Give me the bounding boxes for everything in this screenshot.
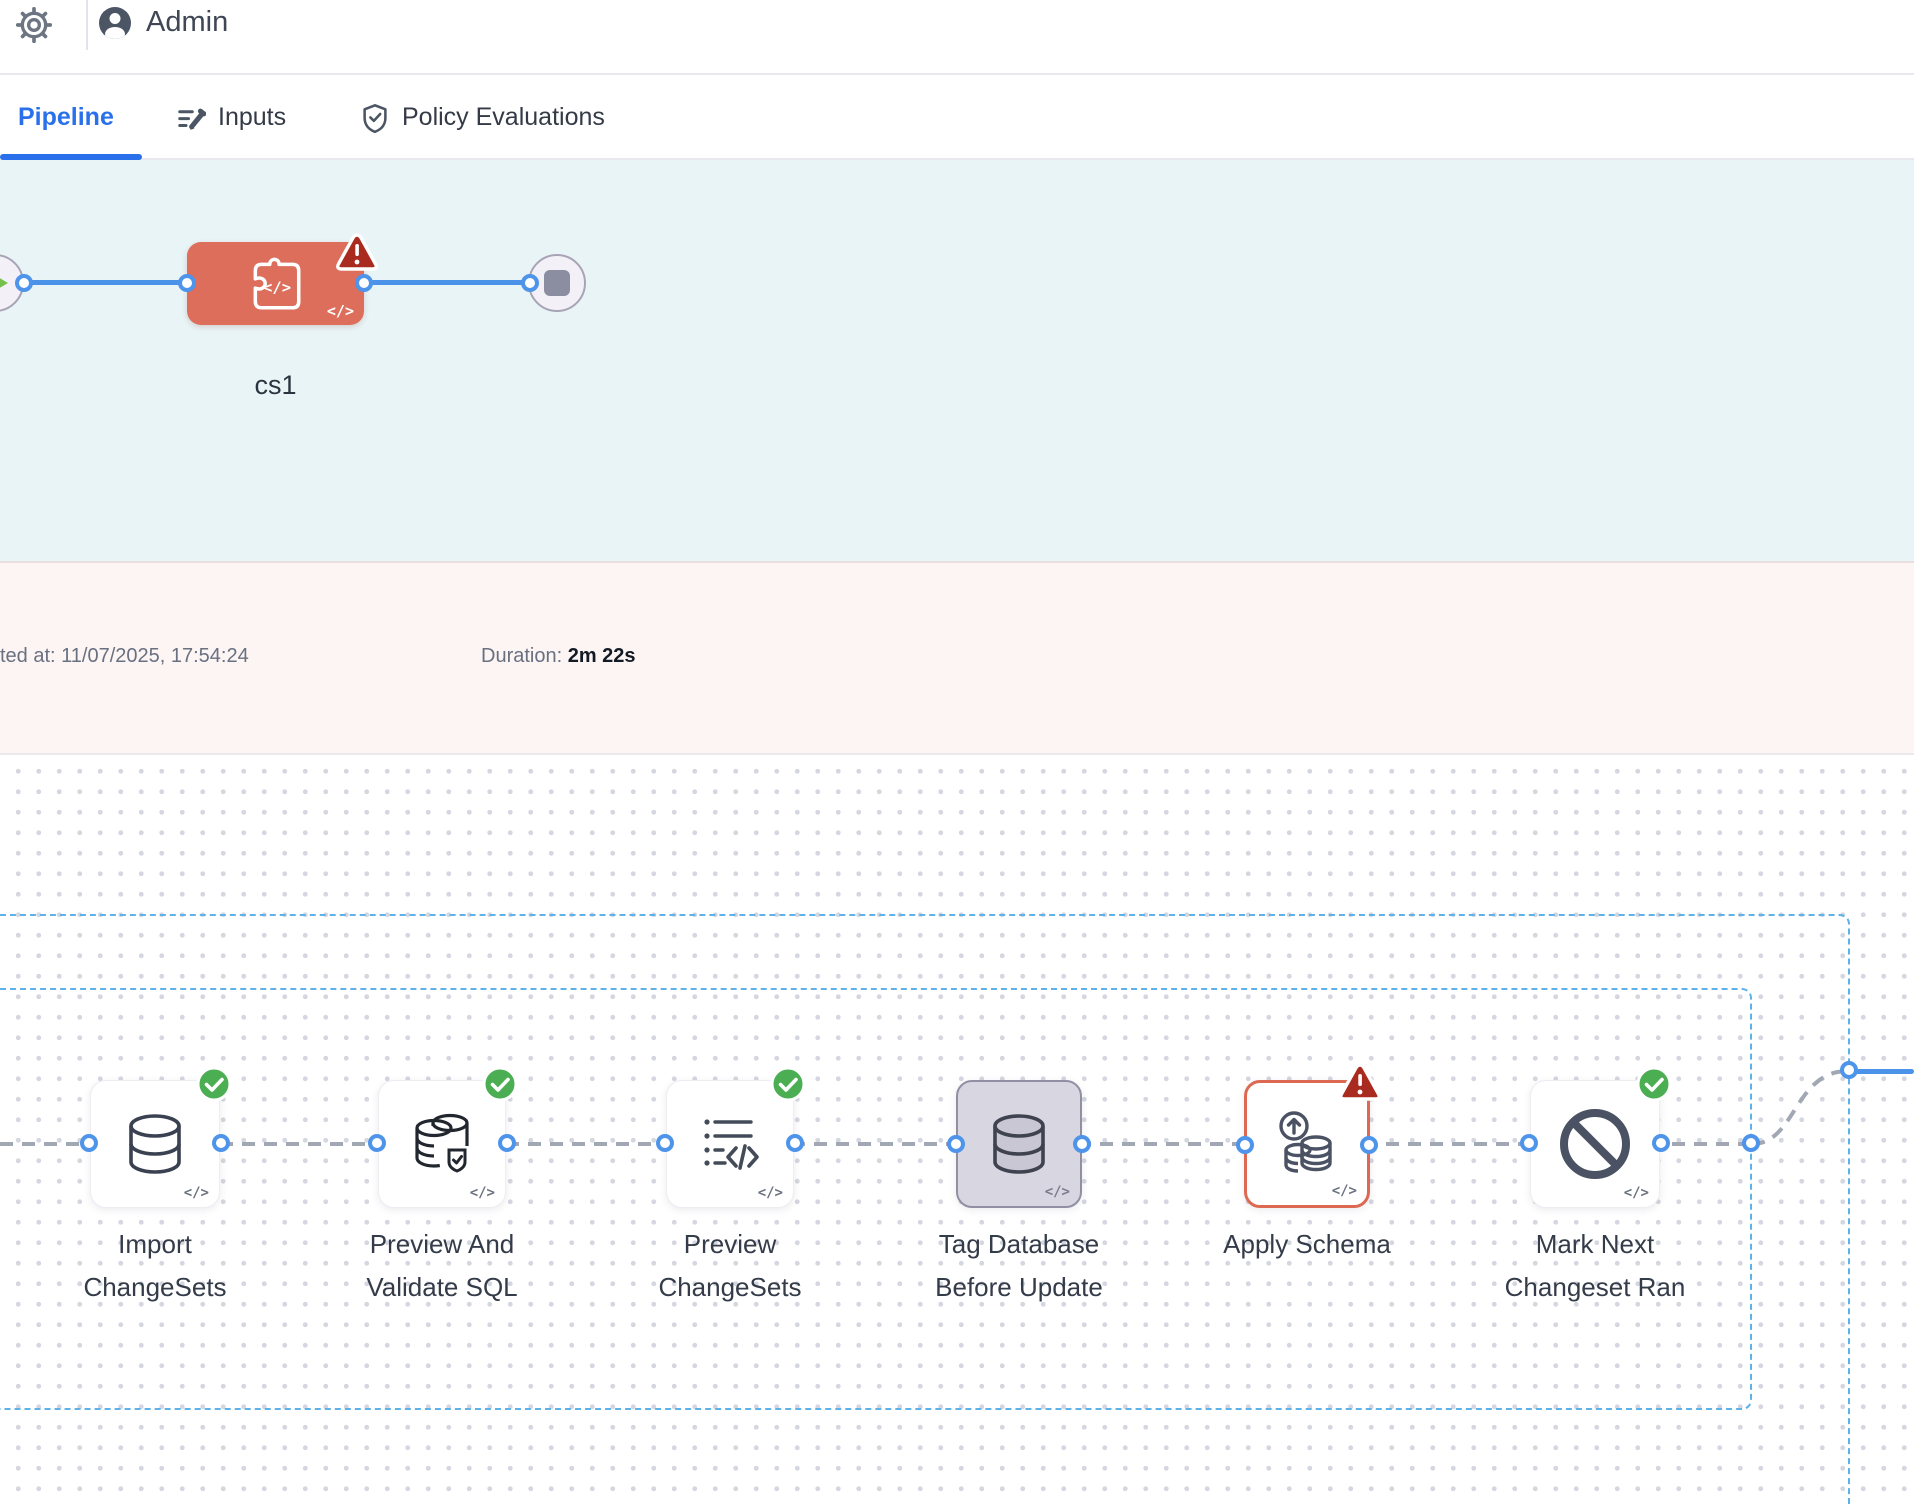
exit-edge-solid <box>1850 1069 1914 1074</box>
task-node-apply-schema[interactable]: </> <box>1244 1080 1370 1208</box>
run-status-bar: ted at: 11/07/2025, 17:54:24 Duration: 2… <box>0 561 1914 755</box>
duration-label: Duration: <box>481 645 562 667</box>
topbar-divider <box>86 0 88 50</box>
handle-out[interactable] <box>1360 1136 1378 1154</box>
shield-check-icon <box>360 103 390 133</box>
handle-out[interactable] <box>1652 1134 1670 1152</box>
code-glyph: </> <box>1624 1185 1649 1201</box>
handle-in[interactable] <box>1520 1134 1538 1152</box>
handle-group-exit[interactable] <box>1742 1134 1760 1152</box>
success-check-icon <box>1635 1065 1673 1103</box>
tab-inputs[interactable]: Inputs <box>176 75 286 160</box>
error-warning-icon <box>1337 1061 1383 1105</box>
error-warning-icon <box>334 231 380 275</box>
code-glyph: </> <box>184 1185 209 1201</box>
inputs-edit-icon <box>176 103 206 133</box>
edge-cs1-to-end <box>364 280 530 285</box>
tab-inputs-label: Inputs <box>218 103 286 132</box>
handle-in[interactable] <box>368 1134 386 1152</box>
ban-icon <box>1553 1102 1637 1186</box>
handle-cs1-out[interactable] <box>355 274 373 292</box>
task-node-label: Preview And Validate SQL <box>282 1223 602 1309</box>
success-check-icon <box>481 1065 519 1103</box>
handle-out[interactable] <box>1073 1135 1091 1153</box>
database-icon <box>117 1106 193 1182</box>
code-glyph: </> <box>470 1185 495 1201</box>
upload-database-icon <box>1268 1105 1346 1183</box>
handle-in[interactable] <box>947 1135 965 1153</box>
task-node-preview-validate-sql[interactable]: </> <box>378 1080 506 1208</box>
handle-out[interactable] <box>786 1134 804 1152</box>
code-glyph: </> <box>758 1185 783 1201</box>
handle-out[interactable] <box>498 1134 516 1152</box>
task-node-import-changesets[interactable]: </> <box>90 1080 220 1208</box>
task-node-label: Import ChangeSets <box>0 1223 315 1309</box>
user-avatar-icon[interactable] <box>96 4 134 42</box>
task-flow-dashed-edge <box>0 1142 1752 1146</box>
started-at-text: ted at: 11/07/2025, 17:54:24 <box>0 645 249 668</box>
handle-end-in[interactable] <box>521 274 539 292</box>
list-code-icon <box>691 1106 769 1182</box>
task-node-label: Mark Next Changeset Ran <box>1435 1223 1755 1309</box>
task-node-preview-changesets[interactable]: </> <box>666 1080 794 1208</box>
handle-start-out[interactable] <box>15 274 33 292</box>
handle-in[interactable] <box>1236 1136 1254 1154</box>
code-glyph: </> <box>1045 1184 1070 1200</box>
task-node-label: Preview ChangeSets <box>570 1223 890 1309</box>
handle-in[interactable] <box>656 1134 674 1152</box>
task-flow-canvas[interactable]: </> Import ChangeSets </> <box>0 755 1914 1504</box>
task-node-label: Tag Database Before Update <box>859 1223 1179 1309</box>
code-glyph: </> <box>327 302 354 320</box>
duration-value: 2m 22s <box>568 645 636 667</box>
user-name[interactable]: Admin <box>146 6 228 39</box>
tab-pipeline-label: Pipeline <box>18 103 114 132</box>
svg-text:</>: </> <box>263 278 291 296</box>
task-node-mark-next-changeset[interactable]: </> <box>1530 1080 1660 1208</box>
task-node-label: Apply Schema <box>1147 1223 1467 1266</box>
database-filled-icon <box>981 1106 1057 1182</box>
top-bar: Admin <box>0 0 1914 75</box>
database-check-icon <box>403 1106 481 1182</box>
success-check-icon <box>769 1065 807 1103</box>
code-glyph: </> <box>1332 1183 1357 1199</box>
pipeline-overview-canvas[interactable]: </> </> cs1 <box>0 160 1914 561</box>
handle-stage-exit[interactable] <box>1840 1061 1858 1079</box>
stage-node-label: cs1 <box>187 370 364 401</box>
task-node-tag-database[interactable]: </> <box>956 1080 1082 1208</box>
settings-button[interactable] <box>12 3 56 47</box>
tab-policy-evaluations[interactable]: Policy Evaluations <box>360 75 605 160</box>
gear-icon <box>14 5 54 45</box>
puzzle-code-icon: </> <box>245 254 307 314</box>
tab-policy-label: Policy Evaluations <box>402 103 605 132</box>
stop-icon <box>544 270 570 296</box>
handle-cs1-in[interactable] <box>178 274 196 292</box>
success-check-icon <box>195 1065 233 1103</box>
handle-out[interactable] <box>212 1134 230 1152</box>
task-group-container <box>0 988 1752 1410</box>
handle-in[interactable] <box>80 1134 98 1152</box>
play-icon <box>0 273 8 293</box>
tab-bar: Pipeline Inputs Policy Evaluations <box>0 75 1914 160</box>
duration-text: Duration: 2m 22s <box>481 645 636 668</box>
edge-start-to-cs1 <box>24 280 188 285</box>
tab-pipeline[interactable]: Pipeline <box>18 75 114 160</box>
